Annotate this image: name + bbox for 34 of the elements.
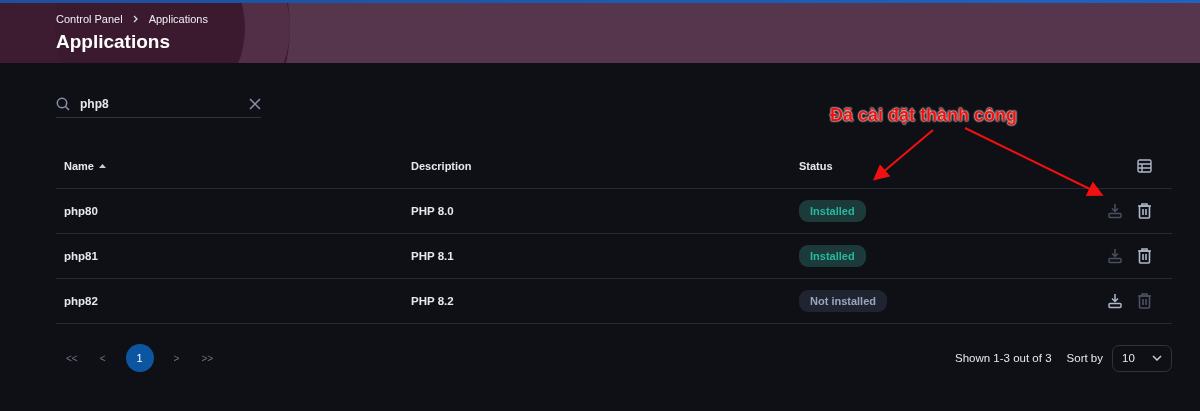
delete-button[interactable] bbox=[1137, 203, 1152, 219]
chevron-down-icon bbox=[1152, 355, 1162, 361]
page-button[interactable]: 1 bbox=[125, 344, 154, 372]
column-header[interactable]: Description bbox=[411, 160, 799, 172]
page-title: Applications bbox=[56, 31, 171, 53]
status-badge: Installed bbox=[799, 200, 866, 222]
page-size-select[interactable]: 10 bbox=[1112, 344, 1172, 372]
table-cell-text: php80 bbox=[64, 205, 99, 217]
delete-button[interactable] bbox=[1137, 248, 1152, 264]
results-summary: Shown 1-3 out of 3 bbox=[955, 352, 1052, 364]
status-badge: Installed bbox=[799, 245, 866, 267]
column-header[interactable]: Status bbox=[799, 160, 1082, 172]
annotation-arrow bbox=[872, 129, 934, 181]
annotation-text: Đã cài đặt thành công bbox=[830, 105, 1018, 126]
table-cell-text: PHP 8.1 bbox=[411, 250, 455, 262]
next-page-button[interactable]: > bbox=[171, 352, 182, 364]
breadcrumb-link[interactable]: Applications bbox=[148, 13, 208, 25]
sort-label: Sort by bbox=[1066, 352, 1103, 364]
close-icon[interactable] bbox=[249, 97, 261, 110]
table-cell-text: PHP 8.0 bbox=[411, 205, 455, 217]
first-page-button[interactable]: << bbox=[64, 352, 80, 364]
table-cell-text: php82 bbox=[64, 295, 99, 307]
status-badge: Not installed bbox=[799, 290, 887, 312]
table-cell-text: php81 bbox=[64, 250, 99, 262]
chevron-icon bbox=[132, 15, 139, 23]
last-page-button[interactable]: >> bbox=[199, 352, 216, 364]
search-field[interactable]: php8 bbox=[78, 95, 241, 112]
breadcrumb-link[interactable]: Control Panel bbox=[56, 13, 123, 25]
table-settings-icon[interactable] bbox=[1137, 159, 1152, 173]
column-header[interactable]: Name bbox=[64, 160, 411, 172]
install-button[interactable] bbox=[1107, 293, 1123, 309]
previous-page-button[interactable]: < bbox=[97, 352, 108, 364]
search-icon bbox=[56, 96, 70, 111]
table-cell-text: PHP 8.2 bbox=[411, 295, 455, 307]
